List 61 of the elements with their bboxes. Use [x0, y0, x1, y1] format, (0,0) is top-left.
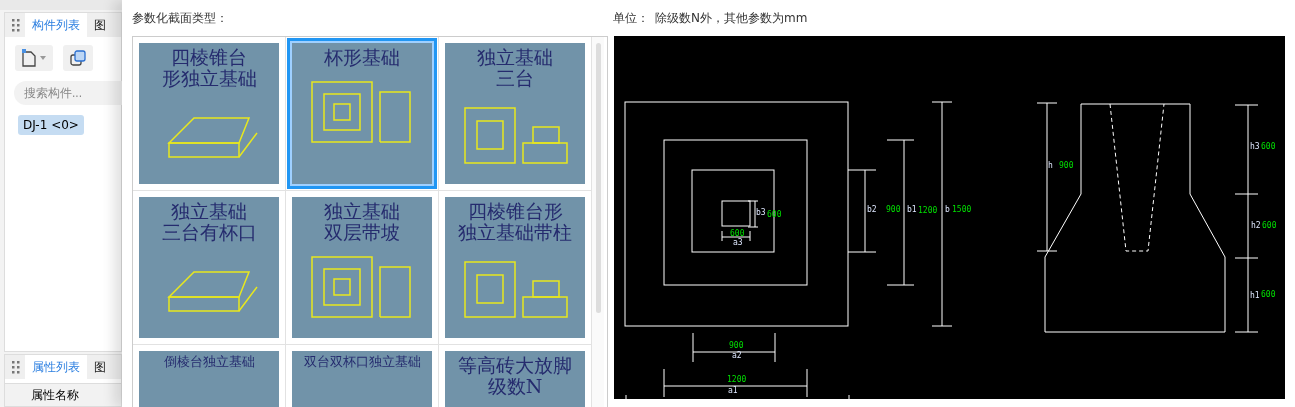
dimension-value: 600 [1261, 290, 1276, 299]
dimension-label: a1 [728, 386, 738, 395]
tile-title: 级数N [487, 375, 543, 397]
new-file-icon [21, 49, 37, 67]
panel-tab[interactable]: 图 [87, 355, 113, 379]
tile-title: 独立基础 [324, 201, 400, 222]
tile-title: 三台 [496, 67, 534, 89]
dimension-value: 1500 [952, 205, 972, 214]
section-type-tile[interactable]: 独立基础 双层带坡 [292, 197, 432, 338]
column-header: 属性名称 [5, 383, 121, 406]
dimension-value: 900 [1059, 161, 1074, 170]
dimension-label: b [945, 205, 950, 214]
dimension-label: a3 [733, 238, 743, 247]
dimension-label: a2 [732, 351, 742, 360]
dimension-label: h [1048, 161, 1053, 170]
tile-title: 四棱锥台 [171, 47, 247, 68]
dimension-label: h2 [1251, 221, 1261, 230]
tile-title: 独立基础带柱 [458, 221, 572, 243]
dimension-value: 600 [1261, 142, 1276, 151]
section-type-tile[interactable]: 独立基础 三台有杯口 [139, 197, 279, 338]
panel-tab[interactable]: 图 [87, 13, 113, 37]
dimension-value: 900 [729, 341, 744, 350]
dimension-value: 600 [1262, 221, 1277, 230]
dimension-label: b2 [867, 205, 877, 214]
section-type-label: 参数化截面类型： [132, 10, 228, 25]
section-type-tile[interactable]: 四棱锥台形 独立基础带柱 [445, 197, 585, 338]
dimension-label: b3 [756, 208, 766, 217]
section-type-tile[interactable]: 等高砖大放脚 级数N [445, 351, 585, 407]
dimension-label: h1 [1250, 291, 1260, 300]
tile-title: 形独立基础 [161, 67, 257, 89]
tile-title: 三台有杯口 [161, 221, 257, 243]
dimension-label: h3 [1250, 142, 1260, 151]
dimension-label: b1 [907, 205, 917, 214]
copy-button[interactable] [63, 45, 93, 71]
tile-title: 杯形基础 [324, 47, 400, 68]
copy-icon [69, 49, 87, 67]
section-type-tile[interactable]: 双台双杯口独立基础 [292, 351, 432, 407]
tile-title: 双层带坡 [324, 221, 400, 243]
tile-title: 独立基础 [171, 201, 247, 222]
tile-title: 独立基础 [477, 47, 553, 68]
unit-note: 除级数N外，其他参数为mm [655, 9, 808, 27]
tile-title: 双台双杯口独立基础 [303, 355, 421, 370]
tile-title: 四棱锥台形 [467, 201, 563, 222]
dimension-value: 1200 [918, 206, 938, 215]
component-list-item[interactable]: DJ-1 <0> [18, 115, 84, 135]
unit-label: 单位： [613, 10, 649, 25]
dimension-value: 600 [730, 229, 745, 238]
tile-title: 倒棱台独立基础 [163, 355, 255, 370]
section-type-tile[interactable]: 杯形基础 [287, 38, 437, 189]
dimension-value: 1200 [727, 375, 747, 384]
scrollbar-thumb[interactable] [595, 43, 601, 313]
panel-tab[interactable]: 构件列表 [25, 13, 87, 37]
new-file-button[interactable] [15, 45, 53, 71]
caret-icon[interactable] [39, 55, 47, 61]
panel-tab[interactable]: 属性列表 [25, 355, 87, 379]
section-type-tile[interactable]: 独立基础 三台 [445, 43, 585, 184]
dimension-value: 900 [886, 205, 901, 214]
dimension-value: 600 [767, 210, 782, 219]
section-type-tile[interactable]: 倒棱台独立基础 [139, 351, 279, 407]
tile-title: 等高砖大放脚 [458, 355, 572, 376]
section-type-tile[interactable]: 四棱锥台 形独立基础 [139, 43, 279, 184]
